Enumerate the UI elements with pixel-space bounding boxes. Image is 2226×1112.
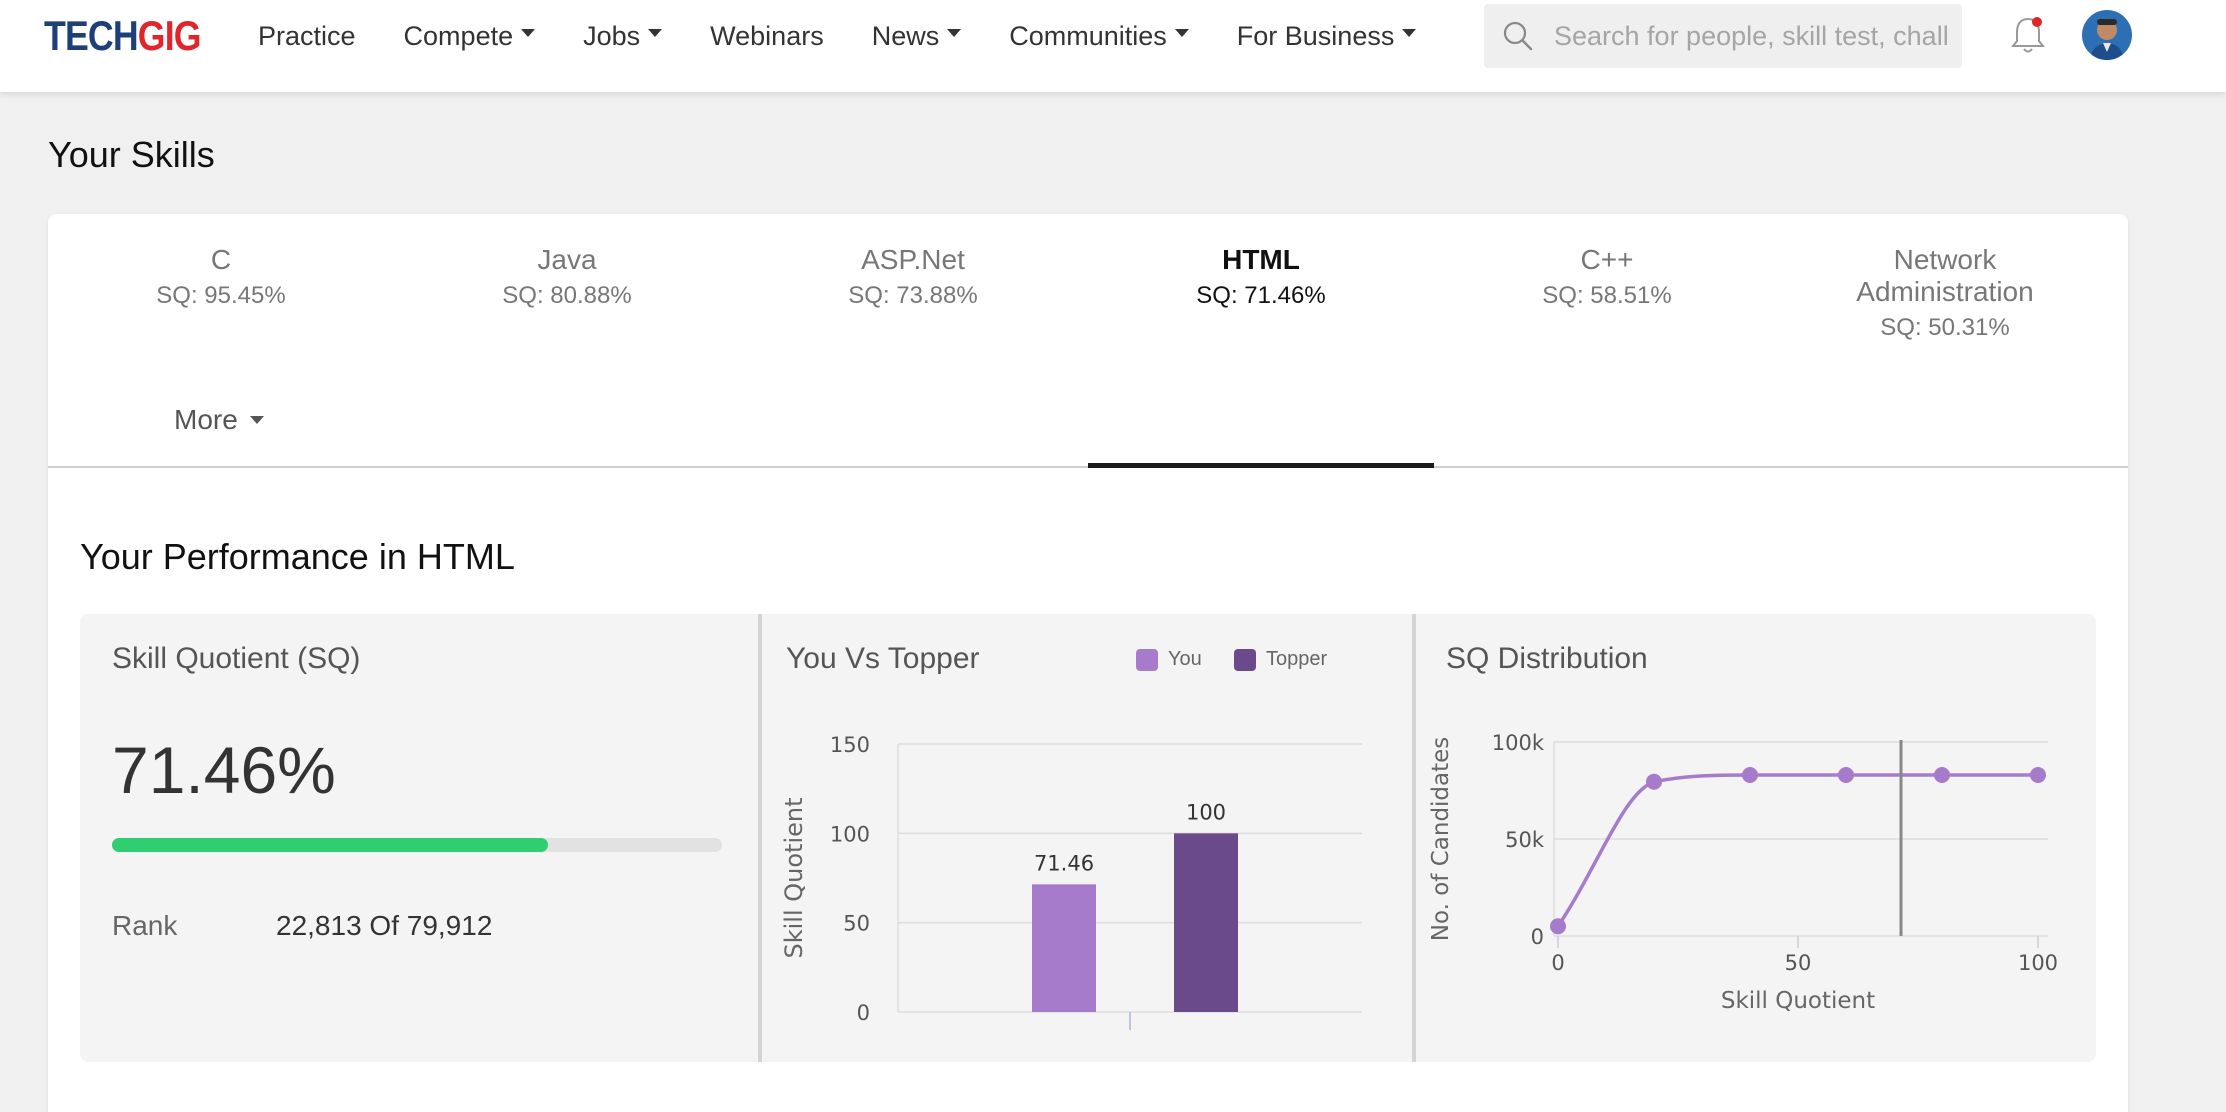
- y-tick-label: 50k: [1505, 828, 1545, 852]
- more-label: More: [174, 404, 238, 435]
- nav-news[interactable]: News: [872, 21, 962, 52]
- sq-panel: Skill Quotient (SQ) 71.46% Rank 22,813 O…: [80, 614, 758, 1062]
- tab-name: C++: [1580, 244, 1634, 275]
- y-axis-label: Skill Quotient: [780, 797, 808, 958]
- line-chart: 0 50k 100k 0 50 100 Skill Quotient No. of Candi…: [1428, 731, 2058, 1014]
- notification-dot: [2032, 17, 2042, 27]
- user-avatar-icon: [2082, 10, 2132, 60]
- tab-c[interactable]: C SQ: 95.45%: [48, 244, 394, 312]
- tab-cpp[interactable]: C++ SQ: 58.51%: [1434, 244, 1780, 312]
- y-tick-label: 0: [857, 1001, 870, 1025]
- x-tick-label: 100: [2018, 951, 2058, 975]
- skills-card: C SQ: 95.45% Java SQ: 80.88% ASP.Net SQ:…: [48, 214, 2128, 1112]
- y-axis-label: No. of Candidates: [1428, 737, 1454, 942]
- tab-network-administration[interactable]: Network Administration SQ: 50.31%: [1780, 244, 2110, 344]
- data-point: [1838, 766, 1854, 783]
- sq-value: 71.46%: [112, 733, 336, 807]
- data-point: [2030, 766, 2046, 783]
- techgig-logo[interactable]: TECHGIG: [44, 12, 202, 60]
- tab-sq: SQ: 73.88%: [848, 282, 978, 309]
- y-tick-label: 0: [1531, 925, 1544, 949]
- tab-name: HTML: [1222, 244, 1300, 275]
- top-navigation-bar: TECHGIG Practice Compete Jobs Webinars N…: [0, 0, 2226, 92]
- nav-webinars-label: Webinars: [710, 20, 824, 51]
- search-box: [1484, 4, 1962, 68]
- nav-news-label: News: [871, 20, 940, 51]
- rank-value: 22,813 Of 79,912: [276, 910, 493, 941]
- bar-chart: 0 50 100 150 Skill Quotient 71.46 100: [780, 733, 1362, 1030]
- data-point: [1550, 918, 1566, 935]
- tab-sq: SQ: 95.45%: [156, 282, 286, 309]
- nav-jobs-label: Jobs: [583, 20, 641, 51]
- tab-name: Java: [537, 244, 597, 275]
- nav-communities-label: Communities: [1009, 20, 1167, 51]
- tab-sq: SQ: 71.46%: [1196, 282, 1326, 309]
- sq-progress-fill: [112, 838, 548, 852]
- avatar[interactable]: [2082, 10, 2132, 60]
- tab-name: ASP.Net: [861, 244, 965, 275]
- nav-practice[interactable]: Practice: [258, 21, 356, 52]
- nav-webinars[interactable]: Webinars: [710, 21, 824, 52]
- page-title: Your Skills: [48, 134, 215, 175]
- nav-for-business-label: For Business: [1236, 20, 1395, 51]
- bell-icon[interactable]: [2010, 14, 2046, 56]
- active-tab-indicator: [1088, 463, 1434, 468]
- x-tick-label: 0: [1551, 951, 1564, 975]
- nav-compete-label: Compete: [403, 20, 514, 51]
- tab-html[interactable]: HTML SQ: 71.46%: [1088, 244, 1434, 312]
- distribution-line: [1556, 773, 2038, 928]
- bar-you: [1032, 884, 1096, 1012]
- skill-tabs: C SQ: 95.45% Java SQ: 80.88% ASP.Net SQ:…: [48, 214, 2128, 468]
- logo-gig-text: GIG: [137, 12, 202, 59]
- tab-java[interactable]: Java SQ: 80.88%: [394, 244, 740, 312]
- data-point: [1934, 766, 1950, 783]
- tab-sq: SQ: 80.88%: [502, 282, 632, 309]
- data-point: [1646, 773, 1662, 790]
- tab-name: Network Administration: [1856, 244, 2034, 307]
- tab-name: C: [210, 244, 232, 275]
- chevron-down-icon: [648, 29, 663, 37]
- nav-compete[interactable]: Compete: [404, 21, 536, 52]
- chevron-down-icon: [1174, 29, 1189, 37]
- tab-sq: SQ: 50.31%: [1880, 314, 2010, 341]
- x-axis-label: Skill Quotient: [1721, 988, 1875, 1014]
- chevron-down-icon: [947, 29, 962, 37]
- nav-practice-label: Practice: [258, 20, 356, 51]
- you-vs-topper-panel: You Vs Topper You Topper 0 50 100 150 Skill …: [762, 614, 1412, 1062]
- x-tick-label: 50: [1785, 951, 1812, 975]
- tab-sq: SQ: 58.51%: [1542, 282, 1672, 309]
- nav-jobs[interactable]: Jobs: [583, 20, 663, 52]
- bar-data-label: 100: [1186, 800, 1226, 824]
- y-tick-label: 150: [830, 733, 870, 757]
- y-tick-label: 100: [830, 822, 870, 846]
- more-dropdown[interactable]: More: [174, 404, 264, 436]
- chevron-down-icon: [521, 29, 536, 37]
- bar-topper: [1174, 833, 1238, 1012]
- sq-panel-title: Skill Quotient (SQ): [112, 642, 361, 675]
- search-icon[interactable]: [1502, 20, 1534, 52]
- rank-label: Rank: [112, 910, 178, 941]
- sq-distribution-panel: SQ Distribution 0 50k 100k 0 50 100 Skill Quot…: [1416, 614, 2096, 1062]
- main-nav: Practice Compete Jobs Webinars News Comm…: [258, 0, 1464, 72]
- bar-data-label: 71.46: [1034, 851, 1094, 875]
- data-point: [1742, 766, 1758, 783]
- performance-title: Your Performance in HTML: [80, 536, 515, 577]
- sq-progress-bar: [112, 838, 722, 852]
- y-tick-label: 100k: [1492, 731, 1545, 755]
- nav-for-business[interactable]: For Business: [1237, 21, 1417, 52]
- tab-aspnet[interactable]: ASP.Net SQ: 73.88%: [740, 244, 1086, 312]
- chevron-down-icon: [1402, 29, 1417, 37]
- logo-tech-text: TECH: [44, 12, 139, 59]
- nav-communities[interactable]: Communities: [1009, 21, 1189, 52]
- search-input[interactable]: [1554, 14, 1954, 58]
- y-tick-label: 50: [843, 912, 870, 936]
- chevron-down-icon: [249, 416, 264, 424]
